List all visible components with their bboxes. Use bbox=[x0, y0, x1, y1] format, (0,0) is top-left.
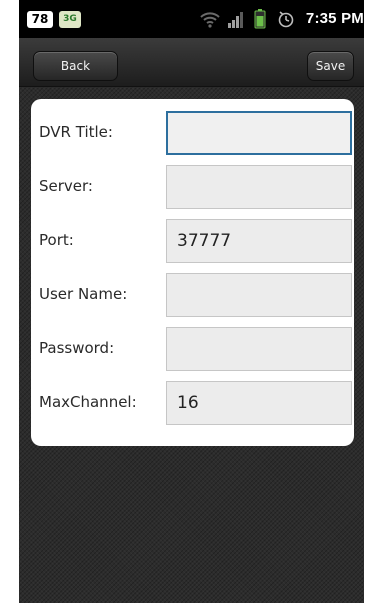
port-label: Port: bbox=[39, 231, 74, 249]
battery-icon bbox=[254, 9, 266, 29]
action-bar: Back Save bbox=[19, 38, 364, 87]
server-input[interactable] bbox=[166, 165, 352, 209]
form-row-password: Password: bbox=[31, 327, 354, 373]
alarm-icon bbox=[278, 11, 294, 28]
form-row-port: Port: bbox=[31, 219, 354, 265]
max-channel-input[interactable] bbox=[166, 381, 352, 425]
notification-badge: 78 bbox=[27, 11, 53, 28]
wifi-icon bbox=[200, 12, 220, 28]
server-label: Server: bbox=[39, 177, 93, 195]
user-name-label: User Name: bbox=[39, 285, 128, 303]
form-row-dvr-title: DVR Title: bbox=[31, 111, 354, 157]
max-channel-label: MaxChannel: bbox=[39, 393, 137, 411]
password-label: Password: bbox=[39, 339, 115, 357]
signal-icon bbox=[228, 12, 243, 28]
network-badge: 3G bbox=[59, 11, 81, 28]
dvr-title-label: DVR Title: bbox=[39, 123, 113, 141]
status-time: 7:35 PM bbox=[305, 10, 364, 27]
user-name-input[interactable] bbox=[166, 273, 352, 317]
phone-screen: 78 3G 7:35 PM Back Save DVR Title: Serve… bbox=[19, 0, 364, 603]
password-input[interactable] bbox=[166, 327, 352, 371]
form-row-user-name: User Name: bbox=[31, 273, 354, 319]
form-row-server: Server: bbox=[31, 165, 354, 211]
back-button[interactable]: Back bbox=[33, 51, 118, 81]
save-button[interactable]: Save bbox=[307, 51, 354, 81]
status-bar: 78 3G 7:35 PM bbox=[19, 0, 364, 38]
form-row-max-channel: MaxChannel: bbox=[31, 381, 354, 427]
dvr-settings-form: DVR Title: Server: Port: User Name: Pass… bbox=[31, 99, 354, 446]
dvr-title-input[interactable] bbox=[166, 111, 352, 155]
port-input[interactable] bbox=[166, 219, 352, 263]
